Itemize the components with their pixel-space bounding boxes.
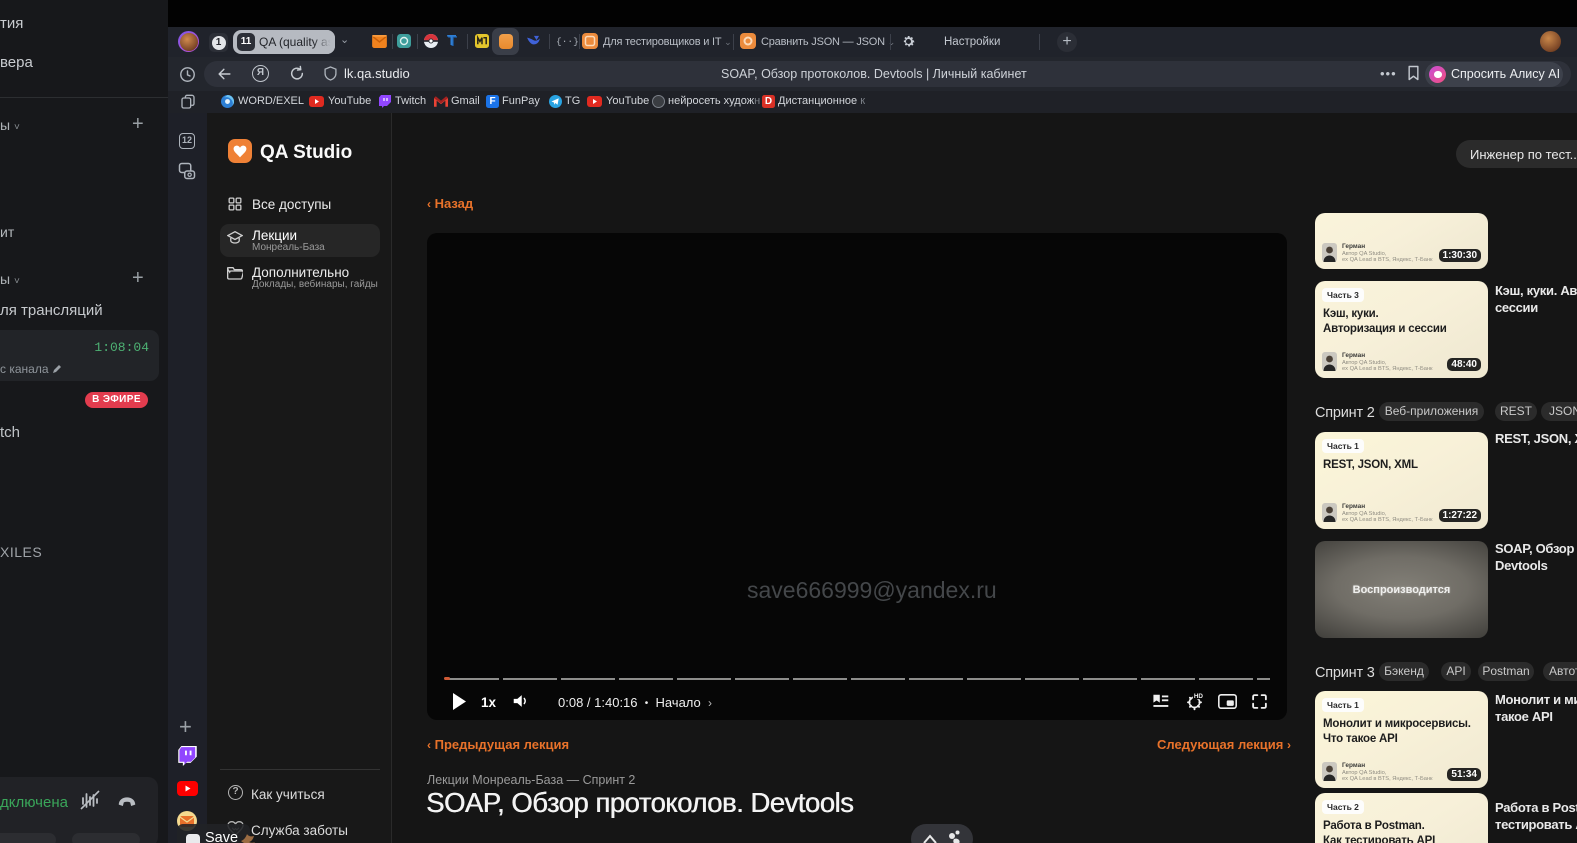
svg-text:HD: HD xyxy=(1194,693,1204,700)
